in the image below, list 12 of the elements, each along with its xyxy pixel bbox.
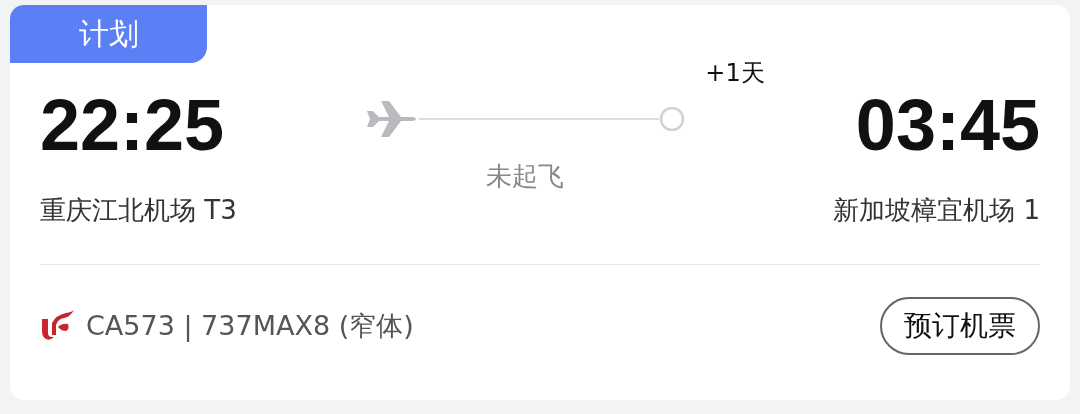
- destination-circle-icon: [658, 106, 685, 132]
- day-offset: +1天: [705, 58, 765, 87]
- flight-status: 未起飞: [484, 160, 565, 193]
- bird-logo-icon: [40, 308, 74, 343]
- arrival-time: 03:45: [855, 85, 1040, 165]
- departure-airport: 重庆江北机场 T3: [40, 194, 237, 227]
- flight-info: CA573 | 737MAX8 (窄体): [86, 308, 414, 344]
- arrival-airport: 新加坡樟宜机场 1: [833, 194, 1040, 227]
- departure-time: 22:25: [40, 85, 226, 165]
- book-ticket-button[interactable]: 预订机票: [880, 296, 1040, 355]
- airplane-icon: [364, 99, 419, 139]
- status-badge: 计划: [10, 5, 207, 63]
